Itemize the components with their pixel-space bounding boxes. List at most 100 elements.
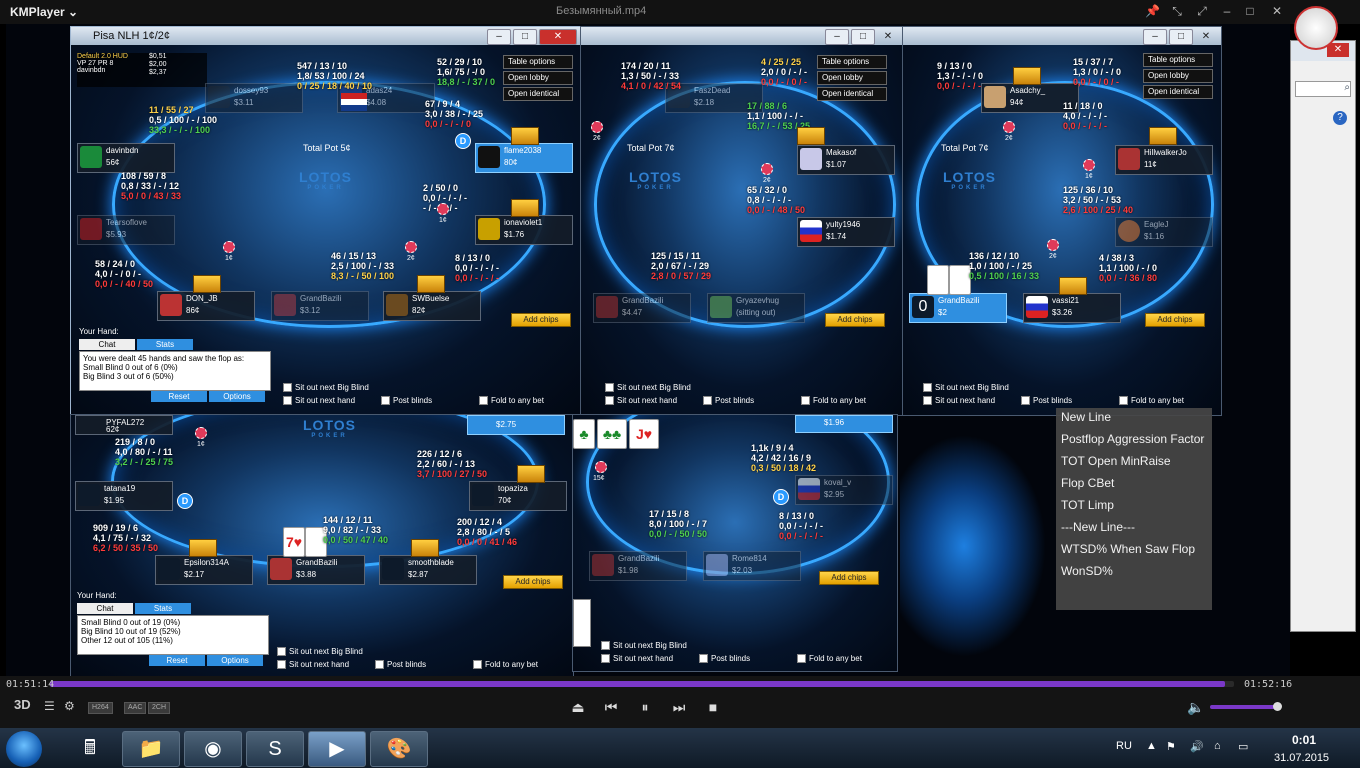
post-blinds-checkbox[interactable]: Post blinds bbox=[381, 396, 432, 406]
open-lobby-item[interactable]: Open lobby bbox=[503, 71, 573, 85]
add-chips-button[interactable]: Add chips bbox=[825, 313, 885, 327]
empty-seat-icon[interactable] bbox=[189, 539, 217, 557]
seat[interactable]: ionaviolet1 $1.76 bbox=[475, 215, 573, 245]
volume-icon[interactable]: 🔈 bbox=[1186, 697, 1206, 717]
empty-seat-icon[interactable] bbox=[417, 275, 445, 293]
seat[interactable]: HillwalkerJo 11¢ bbox=[1115, 145, 1213, 175]
tab-stats[interactable]: Stats bbox=[135, 603, 191, 614]
hud-stats[interactable]: 909 / 19 / 6 4,1 / 75 / - / 32 6,2 / 50 / … bbox=[93, 523, 158, 553]
maximize-icon[interactable]: □ bbox=[1169, 29, 1193, 45]
sit-out-bb-checkbox[interactable]: Sit out next Big Blind bbox=[601, 641, 687, 651]
speaker-tray-icon[interactable]: 🔊 bbox=[1190, 740, 1204, 753]
calculator-icon[interactable]: 🖩 bbox=[62, 731, 118, 765]
hud-stats[interactable]: 1,1k / 9 / 4 4,2 / 42 / 16 / 9 0,3 / 50 / … bbox=[751, 443, 816, 473]
add-chips-button[interactable]: Add chips bbox=[503, 575, 563, 589]
hud-stats[interactable]: 125 / 36 / 10 3,2 / 50 / - / 53 2,6 / 100 … bbox=[1063, 185, 1133, 215]
close-icon[interactable]: ✕ bbox=[1270, 4, 1284, 18]
seat[interactable]: davinbdn 56¢ bbox=[77, 143, 175, 173]
hud-stats[interactable]: 8 / 13 / 0 0,0 / - / - / -0,0 / - / - / - bbox=[779, 511, 823, 541]
post-blinds-checkbox[interactable]: Post blinds bbox=[1021, 396, 1072, 406]
clock-date[interactable]: 31.07.2015 bbox=[1274, 752, 1329, 764]
open-lobby-item[interactable]: Open lobby bbox=[817, 71, 887, 85]
open-identical-item[interactable]: Open identical bbox=[817, 87, 887, 101]
fold-any-checkbox[interactable]: Fold to any bet bbox=[479, 396, 544, 406]
table-options-menu[interactable]: Table options Open lobby Open identical bbox=[503, 55, 573, 103]
bgwin-close-icon[interactable]: ✕ bbox=[1327, 43, 1349, 57]
empty-seat-icon[interactable] bbox=[1149, 127, 1177, 145]
table-options-menu[interactable]: Table options Open lobby Open identical bbox=[1143, 53, 1213, 101]
close-icon[interactable]: ✕ bbox=[877, 30, 899, 44]
hud-stats[interactable]: 200 / 12 / 4 2,8 / 80 / - / 5 0,0 / 0 / 41… bbox=[457, 517, 517, 547]
fold-any-checkbox[interactable]: Fold to any bet bbox=[473, 660, 538, 670]
seat[interactable]: Makasof $1.07 bbox=[797, 145, 895, 175]
flag-tray-icon[interactable]: ⚑ bbox=[1166, 740, 1176, 753]
tab-stats[interactable]: Stats bbox=[137, 339, 193, 350]
hud-stats[interactable]: 52 / 29 / 10 1,6/ 75 / -/ 0 18,8 / - / 37 … bbox=[437, 57, 495, 87]
tab-chat[interactable]: Chat bbox=[77, 603, 133, 614]
previous-icon[interactable]: ⏮ bbox=[601, 697, 621, 717]
minimize-icon[interactable]: – bbox=[1143, 29, 1167, 45]
table-options-item[interactable]: Table options bbox=[503, 55, 573, 69]
stat-item[interactable]: TOT Limp bbox=[1061, 498, 1212, 512]
seat[interactable]: GrandBazili $4.47 bbox=[593, 293, 691, 323]
chrome-icon[interactable]: ◉ bbox=[184, 731, 242, 767]
stat-item[interactable]: ---New Line--- bbox=[1061, 520, 1212, 534]
empty-seat-icon[interactable] bbox=[797, 127, 825, 145]
explorer-icon[interactable]: 📁 bbox=[122, 731, 180, 767]
stats-box[interactable]: You were dealt 45 hands and saw the flop… bbox=[79, 351, 271, 391]
table-options-item[interactable]: Table options bbox=[817, 55, 887, 69]
playlist-icon[interactable]: ☰ bbox=[44, 699, 55, 713]
hud-stats[interactable]: 547 / 13 / 10 1,8/ 53 / 100 / 24 0 / 25 / … bbox=[297, 61, 372, 91]
stop-icon[interactable]: ■ bbox=[703, 697, 723, 717]
minimize-icon[interactable]: – bbox=[825, 29, 849, 45]
hud-stats[interactable]: 136 / 12 / 10 1,0 / 100 / - / 25 0,5 / 100… bbox=[969, 251, 1039, 281]
sit-out-hand-checkbox[interactable]: Sit out next hand bbox=[277, 660, 349, 670]
seat[interactable]: GrandBazili $3.88 bbox=[267, 555, 365, 585]
reset-button[interactable]: Reset bbox=[149, 655, 205, 666]
resize-icon[interactable]: ⤢ bbox=[1195, 4, 1209, 18]
seat[interactable]: GrandBazili $3.12 bbox=[271, 291, 369, 321]
hud-stats[interactable]: 65 / 32 / 0 0,8 / - / - / -0,0 / - / 48 /… bbox=[747, 185, 805, 215]
volume-slider[interactable] bbox=[1210, 705, 1278, 709]
hud-stats[interactable]: 8 / 13 / 0 0,0 / - / - / -0,0 / - / - / - bbox=[455, 253, 499, 283]
hud-stats[interactable]: 11 / 55 / 27 0,5 / 100 / - / 100 33,3 / - … bbox=[149, 105, 217, 135]
language-indicator[interactable]: RU bbox=[1116, 740, 1132, 752]
post-blinds-checkbox[interactable]: Post blinds bbox=[699, 654, 750, 664]
hud-stats[interactable]: 144 / 12 / 11 9,0 / 82 / - / 33 0,0 / 50 /… bbox=[323, 515, 388, 545]
seat[interactable]: Epsilon314A $2.17 bbox=[155, 555, 253, 585]
poker-table-1[interactable]: Pisa NLH 1¢/2¢ – □ ✕ LOTOS POKER Total Pot … bbox=[70, 26, 582, 416]
poker-table-5[interactable]: ♣ ♣♣ J♥ $1.96 koval_v $2.95 GrandBazili $1… bbox=[572, 414, 898, 672]
poker-table-2[interactable]: – □ ✕ LOTOS POKER Total Pot 7¢ Table option… bbox=[580, 26, 904, 416]
seat[interactable]: flame2038 80¢ bbox=[475, 143, 573, 173]
sit-out-bb-checkbox[interactable]: Sit out next Big Blind bbox=[605, 383, 691, 393]
seat[interactable]: topaziza 70¢ bbox=[469, 481, 567, 511]
stat-item[interactable]: Postflop Aggression Factor bbox=[1061, 432, 1212, 446]
3d-icon[interactable]: 3D bbox=[14, 697, 31, 712]
hud-stats[interactable]: 219 / 8 / 0 4,0 / 80 / - / 11 3,2 / - / 25… bbox=[115, 437, 173, 467]
fold-any-checkbox[interactable]: Fold to any bet bbox=[797, 654, 862, 664]
start-button[interactable] bbox=[6, 731, 42, 767]
stats-box[interactable]: Small Blind 0 out of 19 (0%) Big Blind 1… bbox=[77, 615, 269, 655]
settings-gear-icon[interactable]: ⚙ bbox=[64, 699, 75, 713]
sit-out-hand-checkbox[interactable]: Sit out next hand bbox=[601, 654, 673, 664]
seat[interactable]: SWBuelse 82¢ bbox=[383, 291, 481, 321]
hero-seat[interactable]: 0 GrandBazili $2 bbox=[909, 293, 1007, 323]
close-icon[interactable]: ✕ bbox=[539, 29, 577, 45]
table-options-item[interactable]: Table options bbox=[1143, 53, 1213, 67]
seat[interactable]: tatana19 $1.95 bbox=[75, 481, 173, 511]
sit-out-bb-checkbox[interactable]: Sit out next Big Blind bbox=[923, 383, 1009, 393]
add-chips-button[interactable]: Add chips bbox=[1145, 313, 1205, 327]
empty-seat-icon[interactable] bbox=[1013, 67, 1041, 85]
scrollbar[interactable] bbox=[573, 599, 591, 647]
minimize-icon[interactable]: – bbox=[1220, 4, 1234, 18]
hud-profile-box[interactable]: Default 2.0 HUD VP 27 PR 8 davinbdn $0,5… bbox=[77, 53, 207, 87]
hud-stats[interactable]: 226 / 12 / 6 2,2 / 60 / - / 13 3,7 / 100 /… bbox=[417, 449, 487, 479]
seat[interactable]: dossey93 $3.11 bbox=[205, 83, 303, 113]
seat[interactable]: GrandBazili $1.98 bbox=[589, 551, 687, 581]
search-icon[interactable]: ⌕ bbox=[1295, 81, 1351, 97]
maximize-icon[interactable]: □ bbox=[513, 29, 537, 45]
stat-item[interactable]: TOT Open MinRaise bbox=[1061, 454, 1212, 468]
stats-actions[interactable]: Reset Options bbox=[149, 655, 265, 666]
hud-stats-panel[interactable]: New Line Postflop Aggression Factor TOT … bbox=[1056, 408, 1212, 610]
seat[interactable]: Rome814 $2.03 bbox=[703, 551, 801, 581]
